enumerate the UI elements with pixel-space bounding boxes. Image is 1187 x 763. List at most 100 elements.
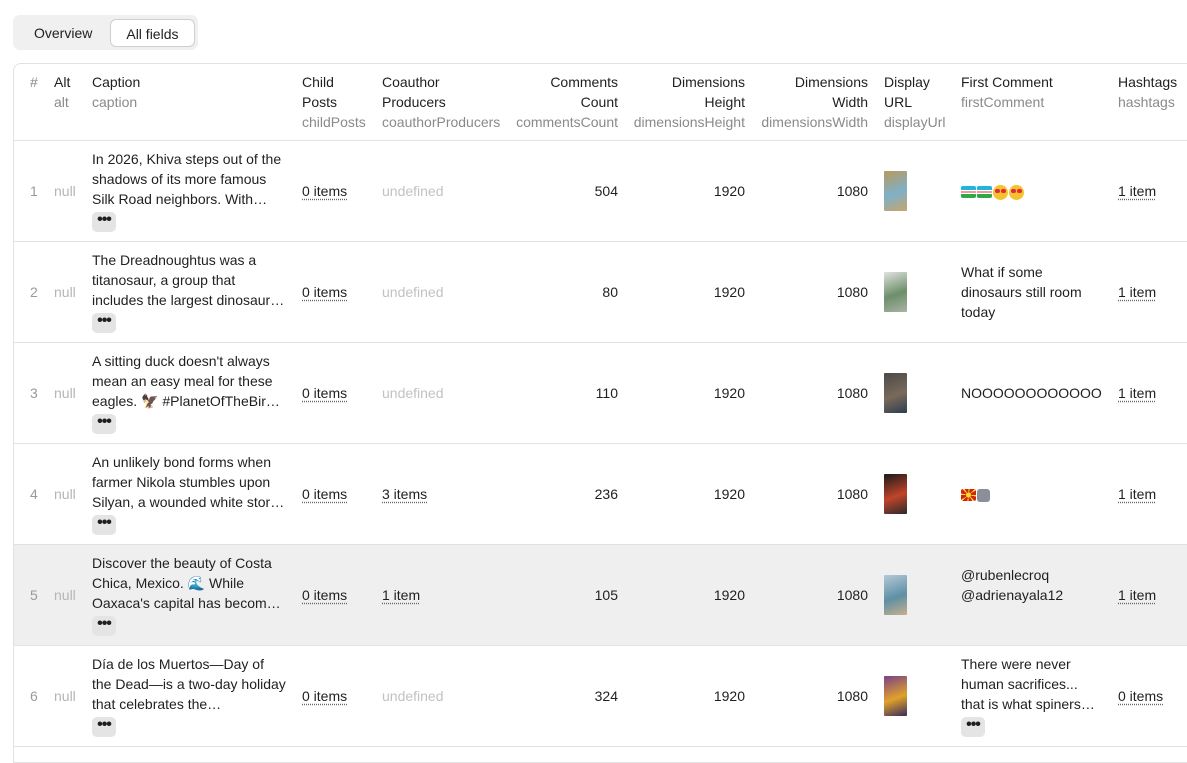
table-row[interactable]: 5 null Discover the beauty of Costa Chica… bbox=[14, 545, 1187, 646]
row-index: 5 bbox=[30, 587, 38, 603]
coauthor-value: undefined bbox=[382, 181, 444, 201]
col-dimwidth-header[interactable]: Dimensions Width dimensionsWidth bbox=[754, 72, 868, 132]
hashtags-items-link[interactable]: 1 item bbox=[1118, 183, 1156, 199]
childposts-value: 0 items bbox=[302, 585, 347, 605]
col-hashtags-header[interactable]: Hashtags hashtags bbox=[1118, 72, 1177, 112]
caption-cell: Día de los Muertos—Day of the Dead—is a … bbox=[92, 654, 287, 737]
expand-comment-button[interactable]: ••• bbox=[961, 717, 985, 737]
first-comment: There were never human sacrifices... tha… bbox=[961, 654, 1101, 737]
table-row[interactable]: 6 null Día de los Muertos—Day of the Dead… bbox=[14, 646, 1187, 747]
coauthor-producers-value[interactable]: 3 items bbox=[382, 486, 427, 502]
first-comment-text: NOOOOOOOOOOOO bbox=[961, 385, 1102, 401]
hashtags-items-link[interactable]: 0 items bbox=[1118, 688, 1163, 704]
childposts-items-link[interactable]: 0 items bbox=[302, 183, 347, 199]
childposts-items-link[interactable]: 0 items bbox=[302, 688, 347, 704]
col-alt-header[interactable]: Alt alt bbox=[54, 72, 70, 112]
childposts-items-link[interactable]: 0 items bbox=[302, 284, 347, 300]
table-row[interactable]: 1 null In 2026, Khiva steps out of the sh… bbox=[14, 141, 1187, 242]
expand-caption-button[interactable]: ••• bbox=[92, 717, 116, 737]
alt-value: null bbox=[54, 183, 76, 199]
col-displayurl-header[interactable]: Display URL displayUrl bbox=[884, 72, 945, 132]
table-row[interactable]: 3 null A sitting duck doesn't always mean… bbox=[14, 343, 1187, 444]
display-thumbnail[interactable] bbox=[884, 676, 907, 716]
first-comment-text: There were never human sacrifices... tha… bbox=[961, 656, 1095, 712]
dimensions-height: 1920 bbox=[713, 385, 745, 401]
dimensions-width: 1080 bbox=[836, 385, 868, 401]
coauthor-value: 3 items bbox=[382, 484, 427, 504]
coauthor-producers-value: undefined bbox=[382, 688, 444, 704]
col-caption-header[interactable]: Caption caption bbox=[92, 72, 140, 112]
hashtags-items-link[interactable]: 1 item bbox=[1118, 385, 1156, 401]
row-index: 1 bbox=[30, 183, 38, 199]
cow-icon bbox=[977, 488, 990, 502]
first-comment: @rubenlecroq @adrienayala12 bbox=[961, 565, 1101, 605]
caption-text: The Dreadnoughtus was a titanosaur, a gr… bbox=[92, 252, 285, 308]
display-thumbnail[interactable] bbox=[884, 373, 907, 413]
caption-text: In 2026, Khiva steps out of the shadows … bbox=[92, 151, 282, 207]
caption-text: An unlikely bond forms when farmer Nikol… bbox=[92, 454, 285, 510]
childposts-items-link[interactable]: 0 items bbox=[302, 486, 347, 502]
coauthor-producers-value[interactable]: 1 item bbox=[382, 587, 420, 603]
col-dimheight-header[interactable]: Dimensions Height dimensionsHeight bbox=[626, 72, 745, 132]
col-firstcomment-header[interactable]: First Comment firstComment bbox=[961, 72, 1053, 112]
table-row[interactable]: 4 null An unlikely bond forms when farmer… bbox=[14, 444, 1187, 545]
alt-value: null bbox=[54, 486, 76, 502]
hashtags-items-link[interactable]: 1 item bbox=[1118, 486, 1156, 502]
row-index: 2 bbox=[30, 284, 38, 300]
childposts-items-link[interactable]: 0 items bbox=[302, 587, 347, 603]
coauthor-value: undefined bbox=[382, 686, 444, 706]
expand-caption-button[interactable]: ••• bbox=[92, 212, 116, 232]
comments-count: 504 bbox=[594, 183, 618, 199]
tab-all-fields[interactable]: All fields bbox=[110, 18, 195, 47]
col-index-header: # bbox=[30, 74, 38, 90]
hashtags-value: 0 items bbox=[1118, 686, 1163, 706]
flag-uz-icon bbox=[961, 186, 976, 199]
display-thumbnail[interactable] bbox=[884, 171, 907, 211]
coauthor-value: undefined bbox=[382, 282, 444, 302]
view-tabs: Overview All fields bbox=[13, 15, 198, 50]
caption-cell: In 2026, Khiva steps out of the shadows … bbox=[92, 149, 287, 232]
col-comments-header[interactable]: Comments Count commentsCount bbox=[510, 72, 618, 132]
dimensions-width: 1080 bbox=[836, 284, 868, 300]
tab-overview[interactable]: Overview bbox=[16, 19, 110, 47]
caption-text: Día de los Muertos—Day of the Dead—is a … bbox=[92, 656, 286, 712]
display-thumbnail[interactable] bbox=[884, 575, 907, 615]
table-row[interactable]: 2 null The Dreadnoughtus was a titanosaur… bbox=[14, 242, 1187, 343]
childposts-value: 0 items bbox=[302, 181, 347, 201]
caption-cell: Discover the beauty of Costa Chica, Mexi… bbox=[92, 553, 287, 636]
childposts-items-link[interactable]: 0 items bbox=[302, 385, 347, 401]
childposts-value: 0 items bbox=[302, 686, 347, 706]
dimensions-height: 1920 bbox=[713, 284, 745, 300]
coauthor-value: 1 item bbox=[382, 585, 420, 605]
display-thumbnail[interactable] bbox=[884, 272, 907, 312]
hashtags-value: 1 item bbox=[1118, 181, 1156, 201]
coauthor-value: undefined bbox=[382, 383, 444, 403]
childposts-value: 0 items bbox=[302, 383, 347, 403]
display-thumbnail[interactable] bbox=[884, 474, 907, 514]
expand-caption-button[interactable]: ••• bbox=[92, 515, 116, 535]
row-index: 3 bbox=[30, 385, 38, 401]
data-table: # Alt alt Caption caption Child Posts ch… bbox=[13, 63, 1187, 763]
comments-count: 236 bbox=[594, 486, 618, 502]
expand-caption-button[interactable]: ••• bbox=[92, 313, 116, 333]
first-comment-text: @rubenlecroq @adrienayala12 bbox=[961, 567, 1064, 603]
first-comment: NOOOOOOOOOOOO bbox=[961, 383, 1121, 403]
dimensions-width: 1080 bbox=[836, 183, 868, 199]
caption-text: Discover the beauty of Costa Chica, Mexi… bbox=[92, 555, 281, 611]
hashtags-value: 1 item bbox=[1118, 383, 1156, 403]
row-index: 4 bbox=[30, 486, 38, 502]
hashtags-items-link[interactable]: 1 item bbox=[1118, 587, 1156, 603]
col-coauthor-header[interactable]: Coauthor Producers coauthorProducers bbox=[382, 72, 500, 132]
hashtags-value: 1 item bbox=[1118, 484, 1156, 504]
dimensions-width: 1080 bbox=[836, 688, 868, 704]
expand-caption-button[interactable]: ••• bbox=[92, 616, 116, 636]
dimensions-height: 1920 bbox=[713, 486, 745, 502]
first-comment: What if some dinosaurs still room today bbox=[961, 262, 1101, 322]
comments-count: 80 bbox=[602, 284, 618, 300]
col-childposts-header[interactable]: Child Posts childPosts bbox=[302, 72, 366, 132]
expand-caption-button[interactable]: ••• bbox=[92, 414, 116, 434]
comments-count: 105 bbox=[594, 587, 618, 603]
hashtags-value: 1 item bbox=[1118, 282, 1156, 302]
coauthor-producers-value: undefined bbox=[382, 183, 444, 199]
hashtags-items-link[interactable]: 1 item bbox=[1118, 284, 1156, 300]
